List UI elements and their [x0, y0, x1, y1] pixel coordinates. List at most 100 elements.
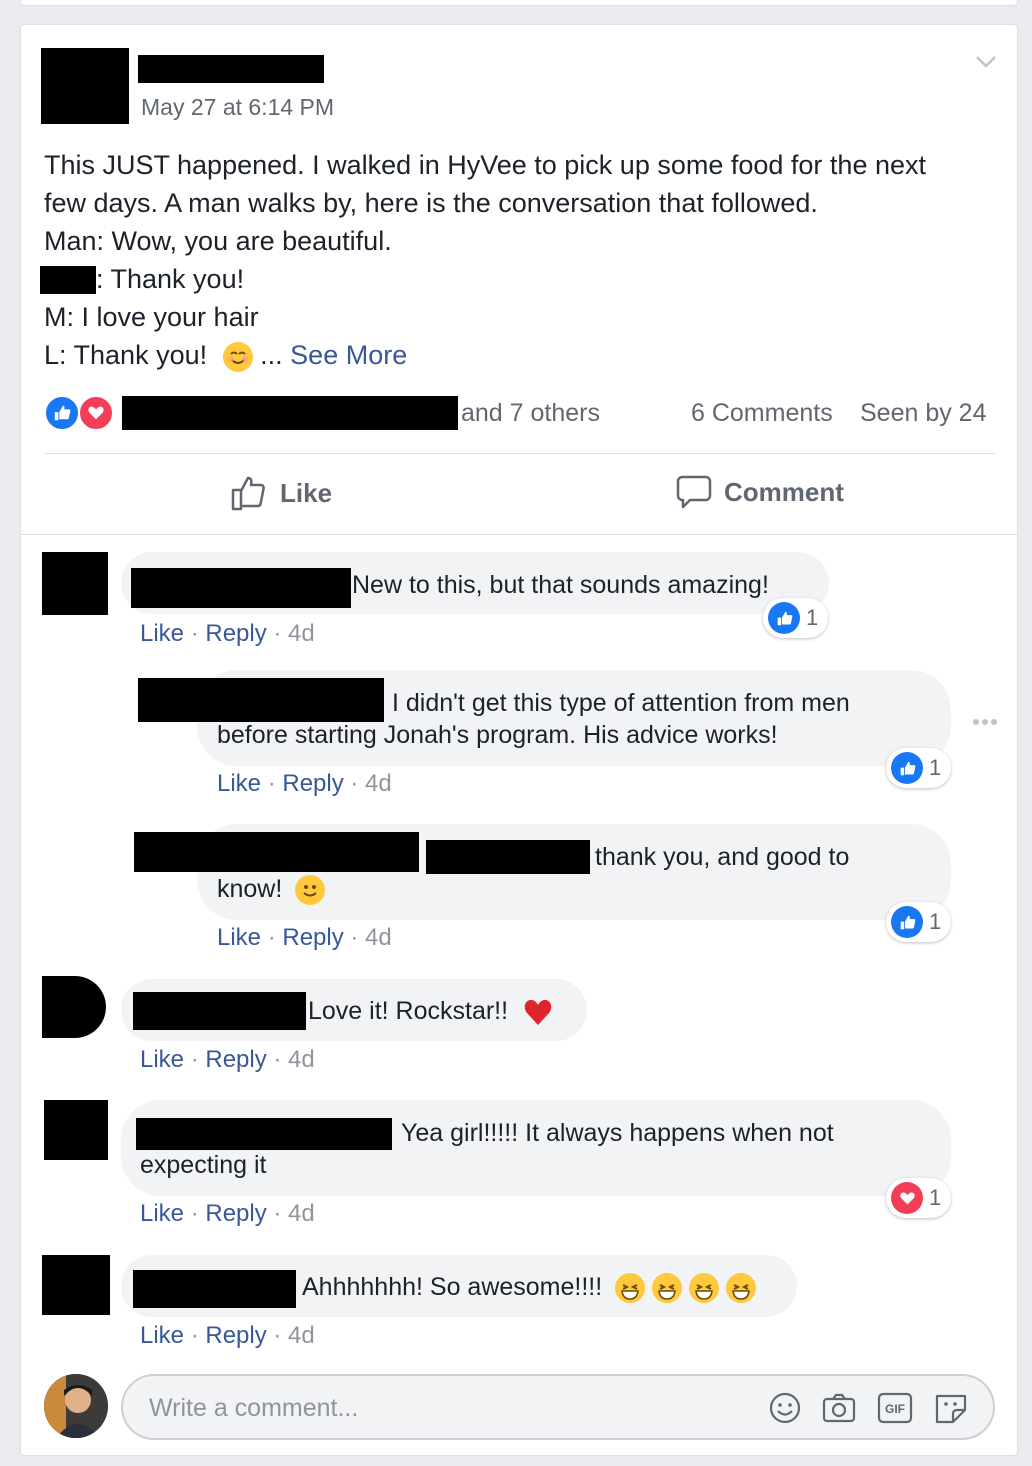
reaction-count: 1 [929, 1185, 942, 1210]
reactions-others[interactable]: and 7 others [461, 399, 600, 428]
red-heart-icon [524, 1000, 552, 1026]
commenter-name[interactable] [131, 568, 351, 608]
comment-reaction-count[interactable]: 1 [886, 1178, 952, 1218]
like-reaction-icon [891, 906, 923, 938]
grinning-face-icons [615, 1273, 757, 1304]
comment-time[interactable]: 4d [288, 1322, 315, 1349]
commenter-avatar[interactable] [42, 976, 106, 1038]
post-line: few days. A man walks by, here is the co… [44, 188, 818, 218]
chevron-down-icon[interactable] [975, 55, 997, 69]
reaction-count: 1 [929, 755, 942, 780]
sticker-icon[interactable] [933, 1390, 969, 1426]
comment-meta: Like · Reply · 4d [140, 1200, 315, 1227]
comment-reply-link[interactable]: Reply [205, 1322, 266, 1349]
comment-time[interactable]: 4d [288, 1046, 315, 1073]
commenter-avatar[interactable] [44, 1100, 108, 1160]
comment-label: Comment [724, 476, 844, 507]
commenter-avatar[interactable] [42, 552, 108, 615]
grinning-face-icon [652, 1273, 683, 1304]
speech-bubble-icon [676, 475, 712, 509]
previous-card-edge [20, 0, 1018, 6]
comment-like-link[interactable]: Like [140, 1046, 184, 1073]
comment-meta: Like · Reply · 4d [140, 620, 315, 647]
commenter-name[interactable] [133, 992, 306, 1030]
reply-reply-link[interactable]: Reply [282, 924, 343, 951]
post-line: This JUST happened. I walked in HyVee to… [44, 150, 926, 180]
post-line: Man: Wow, you are beautiful. [44, 226, 392, 256]
replier-avatar-and-name[interactable] [134, 832, 419, 872]
reply-reply-link[interactable]: Reply [282, 770, 343, 797]
see-more-link[interactable]: See More [290, 340, 407, 370]
comment-input[interactable] [147, 1388, 711, 1428]
reply-text-line1: thank you, and good to [595, 843, 850, 871]
reply-meta: Like · Reply · 4d [217, 770, 392, 797]
comment-reply-link[interactable]: Reply [205, 620, 266, 647]
like-reaction-icon [44, 395, 80, 431]
comment-meta: Like · Reply · 4d [140, 1046, 315, 1073]
reply-like-link[interactable]: Like [217, 770, 261, 797]
more-options-icon[interactable] [972, 718, 998, 726]
post-line: M: I love your hair [44, 302, 259, 332]
comment-text-wrap: Ahhhhhhh! So awesome!!!! [302, 1273, 757, 1304]
divider [44, 453, 996, 454]
reaction-icons[interactable] [44, 395, 116, 431]
comment-composer[interactable]: GIF [121, 1374, 995, 1440]
gif-icon[interactable]: GIF [877, 1390, 913, 1426]
author-avatar[interactable] [41, 48, 129, 124]
svg-text:GIF: GIF [885, 1402, 905, 1416]
comment-like-link[interactable]: Like [140, 1322, 184, 1349]
grinning-face-icon [726, 1273, 757, 1304]
commenter-name[interactable] [133, 1270, 296, 1308]
comment-like-link[interactable]: Like [140, 620, 184, 647]
current-user-avatar[interactable] [44, 1374, 108, 1438]
comment-time[interactable]: 4d [288, 620, 315, 647]
grinning-face-icon [689, 1273, 720, 1304]
reply-like-link[interactable]: Like [217, 924, 261, 951]
seen-by[interactable]: Seen by 24 [860, 399, 987, 428]
reply-text-line2: before starting Jonah's program. His adv… [217, 721, 778, 749]
reply-meta: Like · Reply · 4d [217, 924, 392, 951]
smiling-face-icon [222, 341, 253, 372]
like-reaction-icon [768, 602, 800, 634]
love-reaction-icon [891, 1182, 923, 1214]
comment-reaction-count[interactable]: 1 [886, 902, 952, 942]
post-timestamp[interactable]: May 27 at 6:14 PM [141, 94, 334, 121]
comment-text-line2: expecting it [140, 1151, 267, 1179]
comment-reaction-count[interactable]: 1 [763, 598, 829, 638]
comment-text: New to this, but that sounds amazing! [352, 571, 769, 599]
commenter-name[interactable] [136, 1118, 392, 1150]
author-name[interactable] [138, 55, 324, 83]
post-line-text: L: Thank you! [44, 340, 208, 370]
comment-text-line1: Yea girl!!!!! It always happens when not [401, 1119, 834, 1147]
reply-text-line2-wrap: know! [217, 875, 326, 906]
like-label: Like [280, 477, 333, 508]
commenter-avatar[interactable] [42, 1255, 110, 1315]
reaction-count: 1 [929, 909, 942, 934]
camera-icon[interactable] [821, 1390, 857, 1426]
comments-count[interactable]: 6 Comments [691, 399, 833, 428]
comment-text: Love it! Rockstar!! [308, 997, 509, 1025]
reactor-names[interactable] [122, 396, 458, 430]
comment-reaction-count[interactable]: 1 [886, 748, 952, 788]
replier-avatar-and-name[interactable] [138, 678, 384, 722]
reply-time[interactable]: 4d [365, 924, 392, 951]
redacted-name [40, 266, 96, 294]
emoji-icon[interactable] [767, 1390, 803, 1426]
comment-like-link[interactable]: Like [140, 1200, 184, 1227]
comment-time[interactable]: 4d [288, 1200, 315, 1227]
tagged-name[interactable] [426, 840, 590, 874]
thumbs-up-icon [231, 476, 265, 511]
comment-reply-link[interactable]: Reply [205, 1200, 266, 1227]
comment-text-wrap: Love it! Rockstar!! [308, 997, 553, 1027]
comment-button[interactable]: Comment [676, 474, 844, 510]
like-button[interactable]: Like [230, 474, 332, 512]
reply-text-line2: know! [217, 875, 283, 903]
reply-time[interactable]: 4d [365, 770, 392, 797]
comment-reply-link[interactable]: Reply [205, 1046, 266, 1073]
post-line: : Thank you! [40, 260, 1004, 298]
reply-text-line1: I didn't get this type of attention from… [392, 689, 850, 717]
love-reaction-icon [78, 395, 114, 431]
post-line: L: Thank you! ... See More [44, 336, 1004, 374]
divider [21, 534, 1017, 535]
reaction-count: 1 [806, 605, 819, 630]
